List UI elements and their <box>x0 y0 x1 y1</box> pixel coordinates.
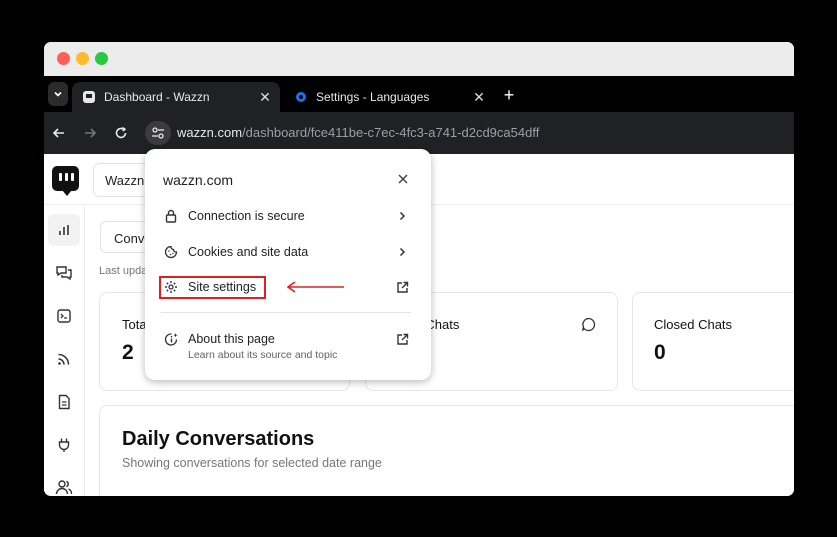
sidebar-item-terminal[interactable] <box>48 300 80 332</box>
tab-title: Dashboard - Wazzn <box>104 90 210 104</box>
document-icon <box>58 394 70 410</box>
card-value: 2 <box>122 341 134 364</box>
tab-close-button[interactable]: ✕ <box>470 88 488 106</box>
users-icon <box>55 480 73 495</box>
tab-settings[interactable]: Settings - Languages ✕ <box>284 82 494 112</box>
wazzn-favicon-icon <box>82 90 96 104</box>
info-sparkle-icon <box>163 331 179 347</box>
site-info-button[interactable] <box>145 121 171 145</box>
sidebar-item-conversations[interactable] <box>48 257 80 289</box>
url-path: /dashboard/fce411be-c7ec-4fc3-a741-d2cd9… <box>242 125 540 140</box>
sidebar-item-feeds[interactable] <box>48 343 80 375</box>
sidebar-item-integrations[interactable] <box>48 429 80 461</box>
close-window-button[interactable] <box>57 52 70 65</box>
site-info-popup: wazzn.com Connection is secure Cookies a… <box>145 149 431 380</box>
chevron-down-icon <box>54 91 62 97</box>
card-label: Closed Chats <box>654 317 733 332</box>
minimize-window-button[interactable] <box>76 52 89 65</box>
cookie-icon <box>163 244 179 260</box>
about-this-page-item[interactable]: About this page Learn about its source a… <box>145 321 431 365</box>
new-tab-button[interactable]: + <box>500 86 518 104</box>
item-label: Connection is secure <box>188 209 305 223</box>
chat-bubble-icon <box>581 317 596 332</box>
tab-close-button[interactable]: ✕ <box>256 88 274 106</box>
sidebar-item-documents[interactable] <box>48 386 80 418</box>
popup-host: wazzn.com <box>163 172 234 188</box>
tab-dashboard[interactable]: Dashboard - Wazzn ✕ <box>72 82 280 112</box>
tune-icon <box>152 127 164 139</box>
back-button[interactable] <box>49 123 69 143</box>
zoom-window-button[interactable] <box>95 52 108 65</box>
address-bar[interactable]: wazzn.com/dashboard/fce411be-c7ec-4fc3-a… <box>177 125 539 140</box>
plug-icon <box>58 438 70 452</box>
daily-subtitle: Showing conversations for selected date … <box>122 456 382 470</box>
popup-divider <box>161 312 411 313</box>
item-label: Cookies and site data <box>188 245 309 259</box>
url-host: wazzn.com <box>177 125 243 140</box>
item-sublabel: Learn about its source and topic <box>188 349 338 361</box>
cookies-site-data-item[interactable]: Cookies and site data <box>145 234 431 270</box>
wazzn-logo[interactable] <box>52 166 79 196</box>
card-value: 0 <box>654 341 666 364</box>
lock-icon <box>163 208 179 224</box>
stat-card-closed-chats: Closed Chats 0 <box>632 292 794 391</box>
reload-button[interactable] <box>111 123 131 143</box>
connection-secure-item[interactable]: Connection is secure <box>145 198 431 234</box>
sidebar <box>44 205 85 496</box>
external-link-icon <box>394 279 410 295</box>
settings-gear-favicon-icon <box>294 90 308 104</box>
browser-toolbar: wazzn.com/dashboard/fce411be-c7ec-4fc3-a… <box>44 112 794 154</box>
tab-strip: Dashboard - Wazzn ✕ Settings - Languages… <box>44 76 794 112</box>
daily-conversations-panel: Daily Conversations Showing conversation… <box>99 405 794 496</box>
tab-search-button[interactable] <box>48 82 68 106</box>
annotation-arrow-icon <box>286 281 344 293</box>
terminal-icon <box>57 309 71 323</box>
chevron-right-icon <box>394 244 410 260</box>
sidebar-item-analytics[interactable] <box>48 214 80 246</box>
arrow-right-icon <box>85 128 97 138</box>
daily-title: Daily Conversations <box>122 428 315 450</box>
arrow-left-icon <box>52 128 64 138</box>
external-link-icon <box>394 331 410 347</box>
mac-title-bar <box>44 42 794 76</box>
close-icon <box>398 174 408 184</box>
bar-chart-icon <box>59 225 69 235</box>
popup-close-button[interactable] <box>395 171 411 187</box>
site-settings-highlight-box <box>159 276 266 299</box>
item-label: About this page <box>188 332 275 346</box>
reload-icon <box>115 126 127 139</box>
tab-title: Settings - Languages <box>316 90 430 104</box>
chat-bubbles-icon <box>56 266 72 281</box>
rss-icon <box>58 353 70 365</box>
chevron-right-icon <box>394 208 410 224</box>
sidebar-item-users[interactable] <box>48 471 80 496</box>
forward-button[interactable] <box>80 123 100 143</box>
